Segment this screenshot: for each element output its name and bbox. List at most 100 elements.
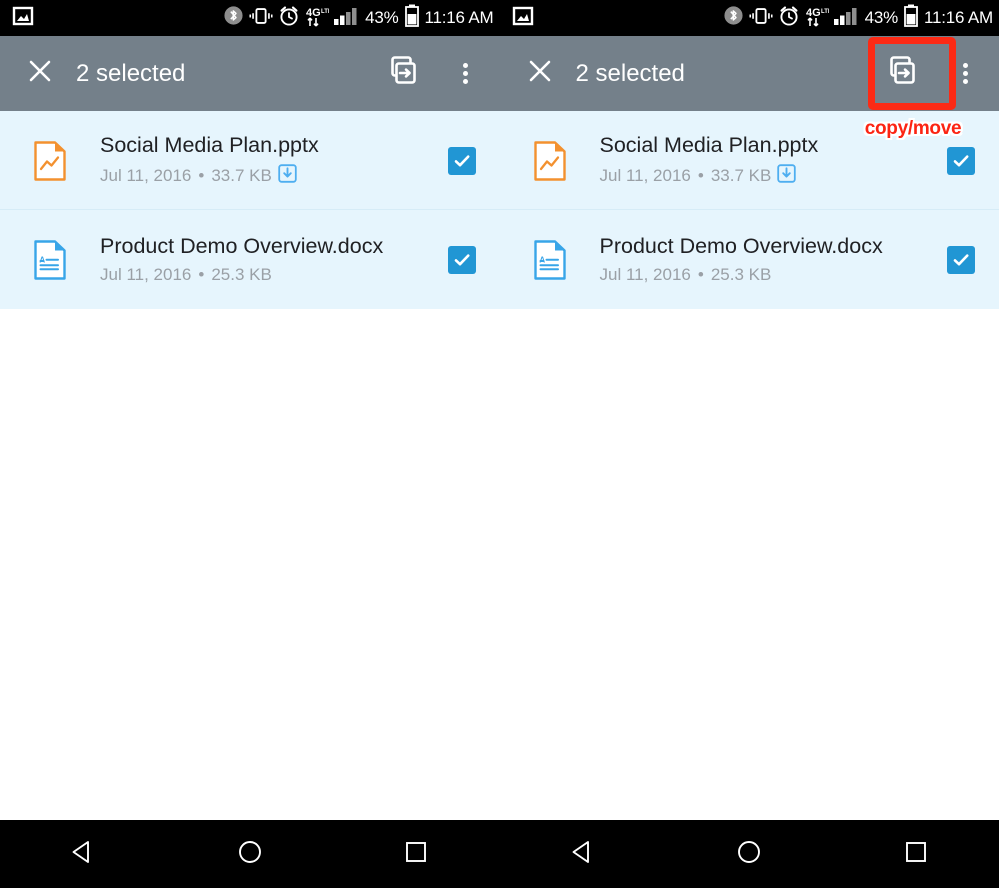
toolbar-actions-right: [865, 36, 999, 111]
close-icon: [526, 57, 554, 90]
overflow-menu-button[interactable]: [939, 37, 991, 111]
status-bar-notifications-right: [500, 5, 534, 32]
file-info: Product Demo Overview.docx Jul 11, 2016 …: [100, 234, 424, 286]
file-name: Social Media Plan.pptx: [100, 132, 319, 157]
home-button[interactable]: [704, 820, 794, 888]
signal-bars-icon: [833, 6, 860, 31]
action-toolbar-row: 2 selected 2 selected: [0, 36, 999, 111]
file-checkbox-cell: [424, 146, 500, 175]
download-available-icon: [777, 164, 797, 188]
file-size: 25.3 KB: [710, 265, 772, 285]
battery-percent: 43%: [864, 8, 899, 27]
back-triangle-icon: [68, 837, 98, 872]
file-list-left: Social Media Plan.pptx Jul 11, 2016 • 33…: [0, 111, 500, 309]
copy-move-button-highlighted[interactable]: [865, 37, 939, 111]
close-selection-button[interactable]: [514, 48, 566, 100]
status-bar-icons-left: 4G LTE 43% 11:16 AM: [223, 0, 494, 36]
close-icon: [26, 57, 54, 90]
table-row[interactable]: A Product Demo Overview.docx Jul 11, 201…: [0, 210, 500, 309]
file-checkbox[interactable]: [947, 245, 975, 274]
file-date: Jul 11, 2016: [599, 265, 691, 285]
download-available-icon: [278, 164, 297, 188]
back-triangle-icon: [568, 837, 598, 872]
pptx-file-icon: [518, 140, 582, 182]
copy-move-button[interactable]: [366, 37, 440, 111]
svg-text:A: A: [539, 255, 545, 264]
recents-square-icon: [401, 837, 431, 872]
close-selection-button[interactable]: [14, 48, 66, 100]
svg-text:LTE: LTE: [821, 9, 829, 15]
docx-file-icon: A: [518, 239, 582, 281]
table-row[interactable]: A Product Demo Overview.docx Jul 11, 201…: [500, 210, 999, 309]
status-bar-icons-right: 4G LTE 43% 11:16 AM: [723, 0, 993, 36]
battery-icon: [404, 4, 420, 33]
alarm-icon: [278, 5, 300, 32]
selection-count-title: 2 selected: [76, 59, 186, 87]
bluetooth-icon: [223, 5, 244, 31]
meta-separator: •: [697, 265, 704, 285]
file-size: 33.7 KB: [710, 166, 772, 186]
back-button[interactable]: [538, 820, 628, 888]
file-meta: Jul 11, 2016 • 33.7 KB: [100, 164, 424, 188]
file-size: 33.7 KB: [211, 166, 272, 186]
file-meta: Jul 11, 2016 • 33.7 KB: [600, 164, 924, 188]
action-toolbar-right: 2 selected: [499, 36, 999, 111]
overflow-menu-button[interactable]: [440, 37, 492, 111]
file-name: Product Demo Overview.docx: [599, 233, 883, 258]
status-bar-left: 4G LTE 43% 11:16 AM: [0, 0, 500, 36]
docx-file-icon: A: [18, 239, 82, 281]
overflow-menu-icon: [463, 60, 468, 87]
file-checkbox[interactable]: [947, 146, 975, 175]
file-meta: Jul 11, 2016 • 25.3 KB: [100, 265, 424, 285]
table-row[interactable]: Social Media Plan.pptx Jul 11, 2016 • 33…: [0, 111, 500, 210]
navigation-bar-right: [499, 820, 999, 888]
file-checkbox[interactable]: [447, 245, 476, 274]
recents-button[interactable]: [371, 820, 461, 888]
status-bar-notifications: [0, 5, 34, 32]
file-list-row: Social Media Plan.pptx Jul 11, 2016 • 33…: [0, 111, 999, 309]
table-row[interactable]: Social Media Plan.pptx Jul 11, 2016 • 33…: [500, 111, 999, 210]
file-size: 25.3 KB: [211, 265, 272, 285]
vibrate-icon: [249, 6, 273, 31]
file-checkbox-cell: [424, 245, 500, 274]
copy-move-icon: [386, 54, 420, 93]
alarm-icon: [778, 5, 800, 32]
svg-text:A: A: [39, 255, 45, 264]
home-button[interactable]: [205, 820, 295, 888]
meta-separator: •: [198, 166, 205, 186]
file-name: Social Media Plan.pptx: [599, 132, 819, 157]
image-icon: [12, 5, 34, 32]
meta-separator: •: [697, 166, 704, 186]
action-toolbar-left: 2 selected: [0, 36, 500, 111]
pptx-file-icon: [18, 140, 82, 182]
file-checkbox[interactable]: [447, 146, 476, 175]
file-meta: Jul 11, 2016 • 25.3 KB: [600, 265, 924, 285]
clock-time: 11:16 AM: [924, 8, 993, 27]
home-circle-icon: [235, 837, 265, 872]
meta-separator: •: [198, 265, 205, 285]
file-info: Product Demo Overview.docx Jul 11, 2016 …: [600, 234, 924, 286]
file-checkbox-cell: [923, 146, 999, 175]
signal-bars-icon: [334, 6, 360, 31]
home-circle-icon: [734, 837, 764, 872]
file-date: Jul 11, 2016: [599, 166, 691, 186]
file-list-right: Social Media Plan.pptx Jul 11, 2016 • 33…: [499, 111, 999, 309]
file-info: Social Media Plan.pptx Jul 11, 2016 • 33…: [600, 133, 924, 189]
recents-button[interactable]: [871, 820, 961, 888]
svg-text:4G: 4G: [806, 7, 821, 19]
image-icon: [512, 5, 534, 32]
file-info: Social Media Plan.pptx Jul 11, 2016 • 33…: [100, 133, 424, 189]
back-button[interactable]: [38, 820, 128, 888]
clock-time: 11:16 AM: [424, 8, 494, 27]
battery-icon: [903, 4, 919, 33]
status-bar-right: 4G LTE 43% 11:16 AM: [499, 0, 999, 36]
empty-content-area: [0, 309, 999, 820]
battery-percent: 43%: [365, 8, 399, 27]
toolbar-actions-left: [366, 36, 500, 111]
4g-lte-icon: 4G LTE: [805, 5, 831, 32]
vibrate-icon: [749, 6, 773, 31]
file-name: Product Demo Overview.docx: [100, 233, 384, 258]
file-date: Jul 11, 2016: [100, 166, 192, 186]
svg-text:LTE: LTE: [321, 9, 329, 15]
bluetooth-icon: [723, 5, 744, 31]
